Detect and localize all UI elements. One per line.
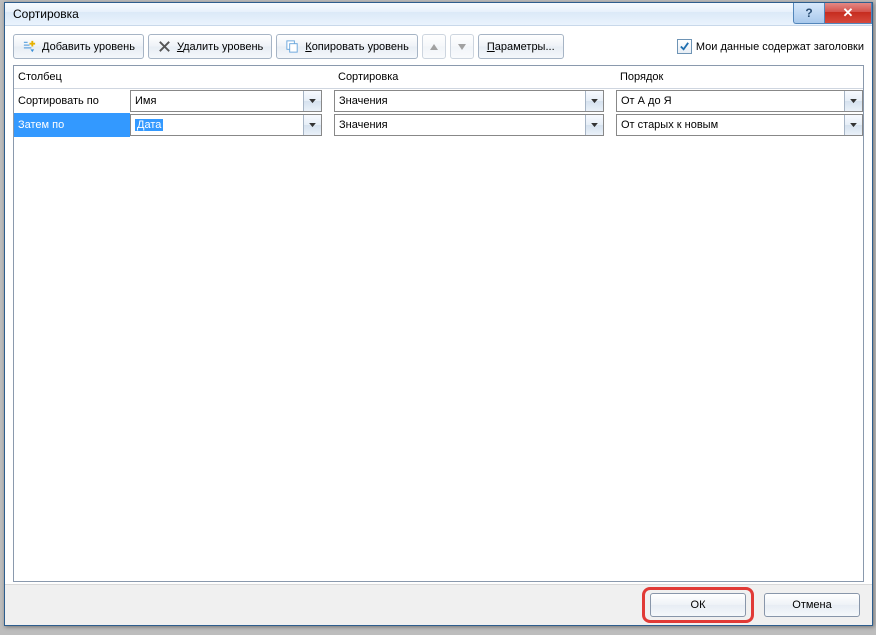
sort-on-combo[interactable]: Значения xyxy=(334,90,604,112)
ok-highlight: ОК xyxy=(642,587,754,623)
copy-level-label: Копировать уровень xyxy=(305,41,409,53)
close-button[interactable]: ✕ xyxy=(824,3,872,24)
arrow-down-icon xyxy=(458,41,466,53)
chevron-down-icon xyxy=(844,91,862,111)
column-value: Имя xyxy=(135,95,156,107)
copy-level-icon xyxy=(285,39,300,54)
delete-level-icon xyxy=(157,39,172,54)
order-combo[interactable]: От А до Я xyxy=(616,90,863,112)
help-icon: ? xyxy=(805,6,812,20)
column-combo[interactable]: Дата xyxy=(130,114,322,136)
table-header: Столбец Сортировка Порядок xyxy=(14,66,863,89)
sort-on-value: Значения xyxy=(339,119,388,131)
order-value: От старых к новым xyxy=(621,119,718,131)
chevron-down-icon xyxy=(585,115,603,135)
table-row: Затем по Дата Значения От старых к новым xyxy=(14,113,863,137)
column-combo[interactable]: Имя xyxy=(130,90,322,112)
header-sort-on: Сортировка xyxy=(334,71,604,83)
chevron-down-icon xyxy=(844,115,862,135)
footer: ОК Отмена xyxy=(5,584,872,625)
delete-level-label: Удалить уровень xyxy=(177,41,263,53)
row-label[interactable]: Затем по xyxy=(14,113,130,137)
header-column: Столбец xyxy=(14,71,130,83)
options-label: Параметры... xyxy=(487,41,555,53)
help-button[interactable]: ? xyxy=(793,3,824,24)
options-button[interactable]: Параметры... xyxy=(478,34,564,59)
order-combo[interactable]: От старых к новым xyxy=(616,114,863,136)
sort-on-combo[interactable]: Значения xyxy=(334,114,604,136)
window-title: Сортировка xyxy=(5,7,79,21)
arrow-up-icon xyxy=(430,41,438,53)
add-level-icon xyxy=(22,39,37,54)
ok-button[interactable]: ОК xyxy=(650,593,746,617)
column-value: Дата xyxy=(135,119,163,131)
chevron-down-icon xyxy=(303,115,321,135)
window-buttons: ? ✕ xyxy=(793,3,872,23)
toolbar: Добавить уровень Удалить уровень Копиров… xyxy=(5,26,872,65)
move-down-button[interactable] xyxy=(450,34,474,59)
add-level-label: Добавить уровень xyxy=(42,41,135,53)
table-row: Сортировать по Имя Значения От А до Я xyxy=(14,89,863,113)
sort-on-value: Значения xyxy=(339,95,388,107)
headers-checkbox-label: Мои данные содержат заголовки xyxy=(696,41,864,53)
add-level-button[interactable]: Добавить уровень xyxy=(13,34,144,59)
header-order: Порядок xyxy=(616,71,863,83)
delete-level-button[interactable]: Удалить уровень xyxy=(148,34,272,59)
headers-checkbox[interactable]: Мои данные содержат заголовки xyxy=(677,39,864,54)
chevron-down-icon xyxy=(303,91,321,111)
checkbox-icon xyxy=(677,39,692,54)
row-label[interactable]: Сортировать по xyxy=(14,89,130,113)
sort-levels-table: Столбец Сортировка Порядок Сортировать п… xyxy=(13,65,864,582)
copy-level-button[interactable]: Копировать уровень xyxy=(276,34,418,59)
titlebar: Сортировка ? ✕ xyxy=(5,3,872,26)
move-up-button[interactable] xyxy=(422,34,446,59)
cancel-button[interactable]: Отмена xyxy=(764,593,860,617)
chevron-down-icon xyxy=(585,91,603,111)
sort-dialog: Сортировка ? ✕ Добавить уровень Удалить … xyxy=(4,2,873,626)
order-value: От А до Я xyxy=(621,95,672,107)
close-icon: ✕ xyxy=(843,5,854,21)
